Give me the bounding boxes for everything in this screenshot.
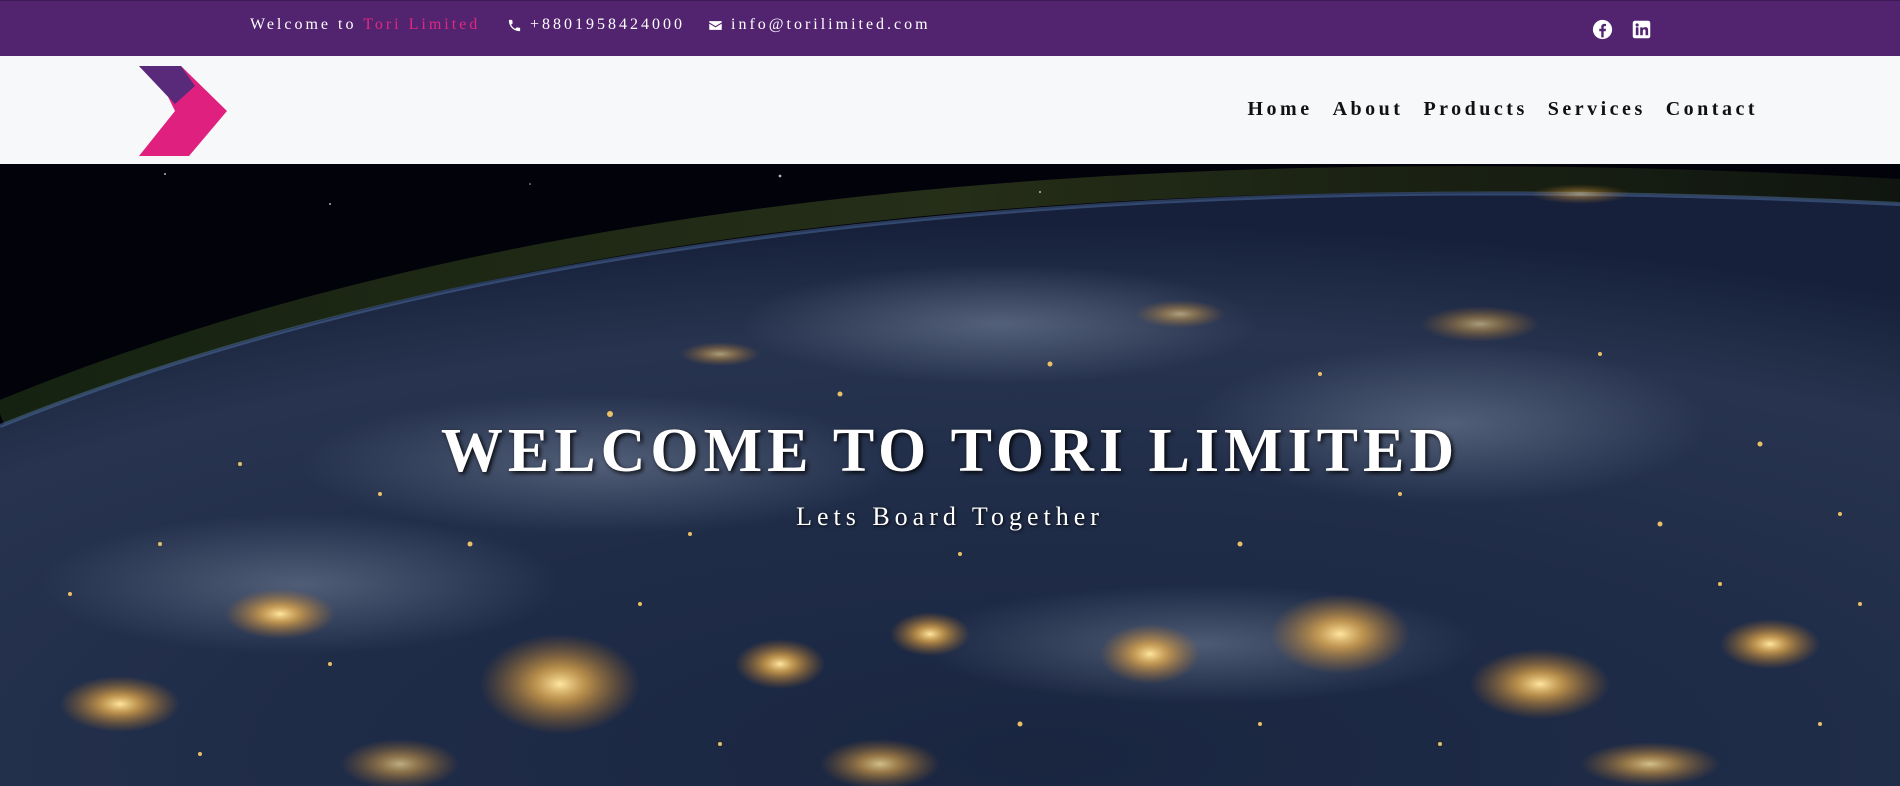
nav-services[interactable]: Services <box>1548 98 1646 121</box>
facebook-icon <box>1592 19 1612 39</box>
email-contact[interactable]: info@torilimited.com <box>708 16 931 34</box>
welcome-message: Welcome to Tori Limited <box>250 16 480 34</box>
linkedin-link[interactable] <box>1630 18 1652 40</box>
hero-section: WELCOME TO TORI LIMITED Lets Board Toget… <box>0 164 1900 786</box>
facebook-link[interactable] <box>1591 18 1613 40</box>
nav-products[interactable]: Products <box>1423 98 1527 121</box>
company-logo[interactable] <box>139 66 229 156</box>
nav-contact[interactable]: Contact <box>1666 98 1758 121</box>
nav-about[interactable]: About <box>1333 98 1404 121</box>
primary-nav: Home About Products Services Contact <box>1247 98 1758 121</box>
hero-title: WELCOME TO TORI LIMITED <box>440 417 1460 485</box>
top-bar: Welcome to Tori Limited +8801958424000 i… <box>0 0 1900 56</box>
phone-number: +8801958424000 <box>530 16 686 33</box>
envelope-icon <box>709 20 722 30</box>
email-address: info@torilimited.com <box>731 16 931 33</box>
nav-home[interactable]: Home <box>1247 98 1312 121</box>
main-navbar: Home About Products Services Contact <box>0 56 1900 164</box>
brand-name: Tori Limited <box>363 16 481 33</box>
phone-icon <box>508 19 521 31</box>
linkedin-icon <box>1632 20 1650 38</box>
welcome-prefix: Welcome to <box>250 16 357 33</box>
hero-subtitle: Lets Board Together <box>796 502 1104 531</box>
phone-contact[interactable]: +8801958424000 <box>507 16 685 34</box>
